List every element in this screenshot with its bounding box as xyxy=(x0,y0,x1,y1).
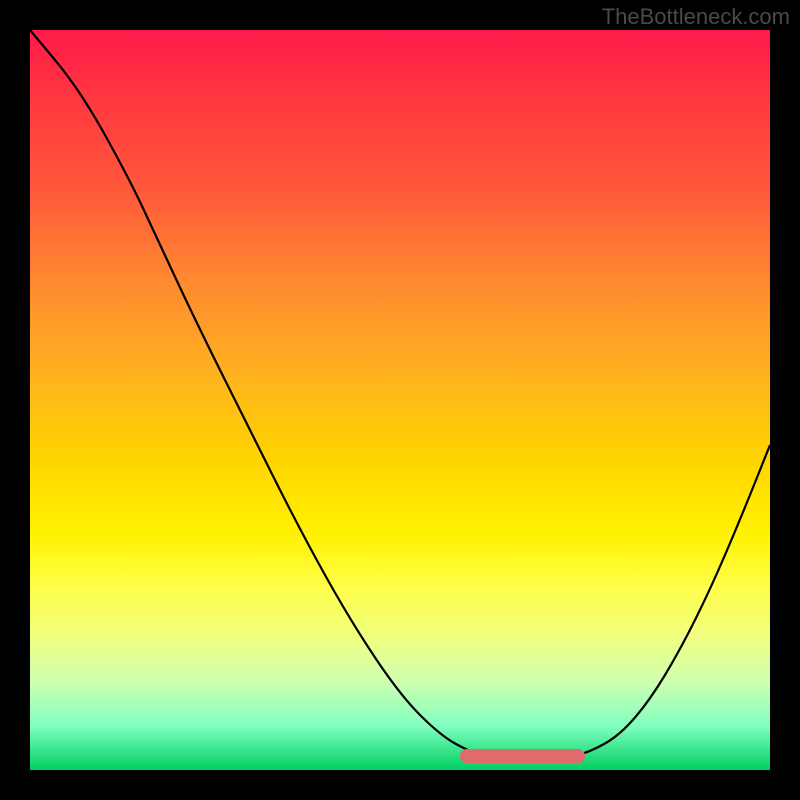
chart-highlight-marker xyxy=(460,749,585,763)
watermark-text: TheBottleneck.com xyxy=(602,4,790,30)
chart-curve-line xyxy=(30,30,770,762)
chart-plot-area xyxy=(30,30,770,770)
chart-curve-svg xyxy=(30,30,770,770)
